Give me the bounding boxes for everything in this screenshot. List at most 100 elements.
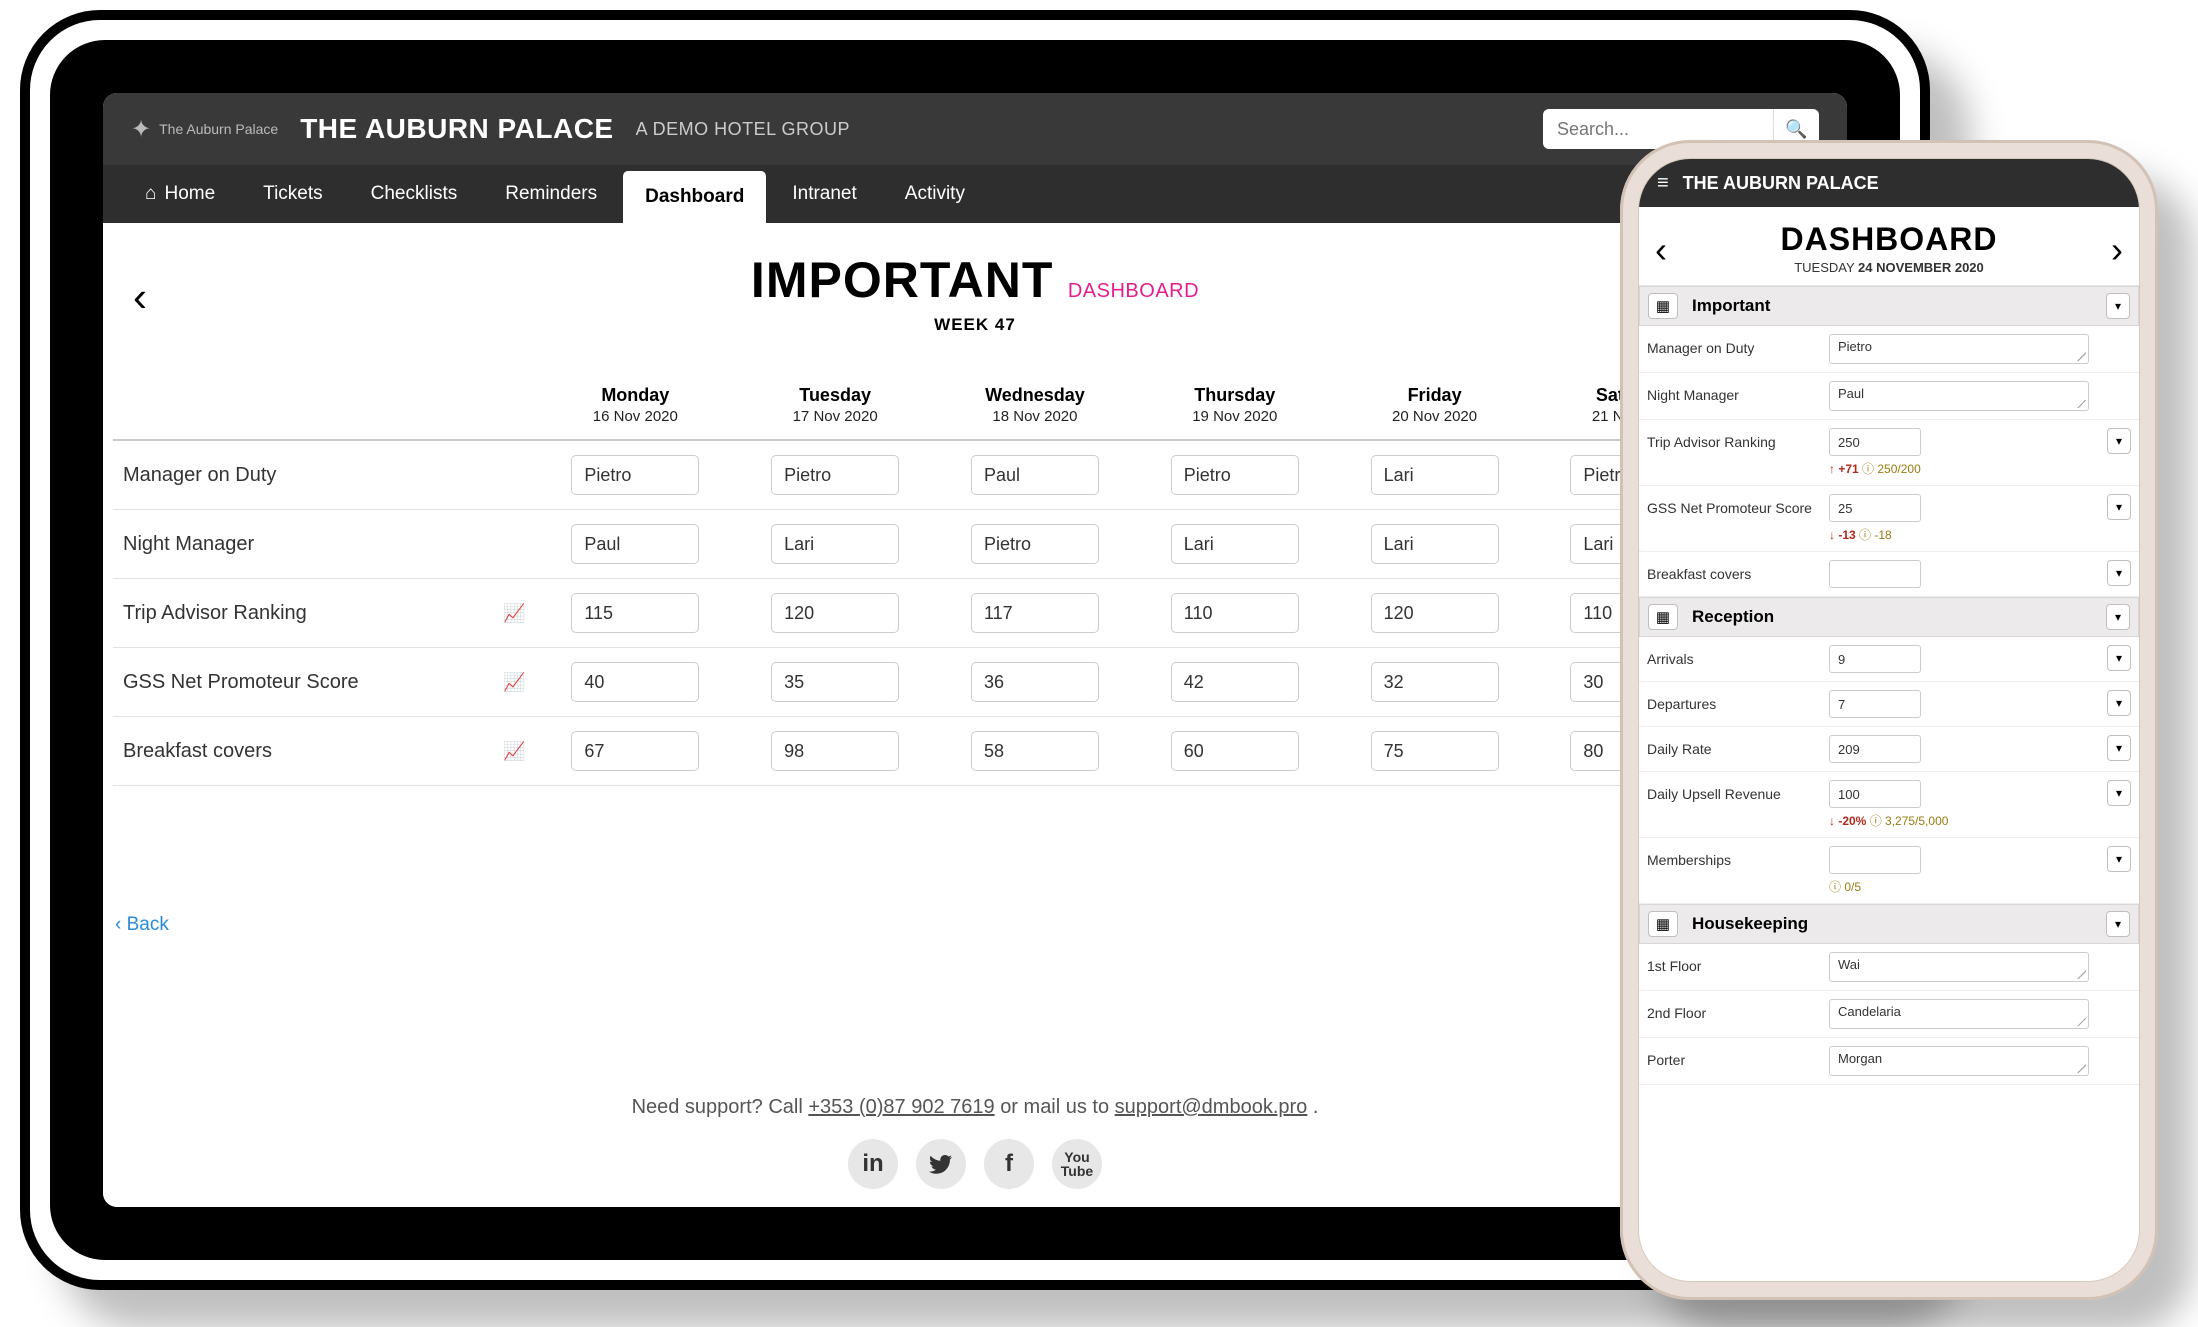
mobile-header: ≡ THE AUBURN PALACE (1639, 159, 2139, 207)
back-link[interactable]: ‹ Back (115, 914, 169, 936)
grid-cell-input[interactable] (971, 731, 1099, 771)
field-input[interactable] (1829, 846, 1921, 874)
grid-cell-input[interactable] (771, 455, 899, 495)
support-mail-link[interactable]: support@dmbook.pro (1115, 1096, 1308, 1118)
section-header-important: ▦Important▾ (1639, 286, 2139, 326)
grid-cell-input[interactable] (571, 455, 699, 495)
grid-cell-input[interactable] (1371, 731, 1499, 771)
field-row: Trip Advisor Ranking▾↑ +71 ⓘ 250/200 (1639, 420, 2139, 486)
chart-icon[interactable]: 📈 (493, 579, 535, 648)
footer: Need support? Call +353 (0)87 902 7619 o… (103, 1096, 1847, 1189)
grid-cell-input[interactable] (771, 524, 899, 564)
field-textarea[interactable]: Candelaria (1829, 999, 2089, 1029)
field-textarea[interactable]: Morgan (1829, 1046, 2089, 1076)
header-bar: ✦ The Auburn Palace THE AUBURN PALACE A … (103, 93, 1847, 165)
grid-cell-input[interactable] (971, 455, 1099, 495)
field-menu-icon[interactable]: ▾ (2107, 560, 2131, 586)
nav-activity[interactable]: Activity (883, 165, 987, 223)
search-icon: 🔍 (1785, 119, 1807, 139)
field-input[interactable] (1829, 735, 1921, 763)
nav-checklists[interactable]: Checklists (349, 165, 480, 223)
facebook-icon[interactable]: f (984, 1139, 1034, 1189)
field-label: 1st Floor (1647, 952, 1829, 974)
section-menu-icon[interactable]: ▾ (2106, 604, 2130, 630)
mobile-date: TUESDAY 24 NOVEMBER 2020 (1639, 260, 2139, 275)
prev-day-button[interactable]: ‹ (1655, 229, 1667, 271)
grid-cell-input[interactable] (1171, 455, 1299, 495)
field-input[interactable] (1829, 560, 1921, 588)
field-textarea[interactable]: Pietro (1829, 334, 2089, 364)
field-menu-icon[interactable]: ▾ (2107, 735, 2131, 761)
grid-cell-input[interactable] (571, 662, 699, 702)
col-head: Tuesday17 Nov 2020 (735, 371, 935, 440)
field-input[interactable] (1829, 690, 1921, 718)
field-label: Daily Upsell Revenue (1647, 780, 1829, 802)
field-menu-icon[interactable]: ▾ (2107, 494, 2131, 520)
grid-cell-input[interactable] (1171, 662, 1299, 702)
field-input[interactable] (1829, 780, 1921, 808)
field-textarea[interactable]: Paul (1829, 381, 2089, 411)
field-label: GSS Net Promoteur Score (1647, 494, 1829, 516)
nav-home[interactable]: ⌂ Home (123, 165, 237, 223)
nav-reminders[interactable]: Reminders (483, 165, 619, 223)
grid-cell-input[interactable] (771, 662, 899, 702)
grid-cell-input[interactable] (1371, 524, 1499, 564)
logo-text: The Auburn Palace (159, 121, 278, 137)
row-label: Manager on Duty (113, 440, 493, 510)
nav-intranet[interactable]: Intranet (770, 165, 878, 223)
field-input[interactable] (1829, 428, 1921, 456)
grid-cell-input[interactable] (771, 731, 899, 771)
field-menu-icon[interactable]: ▾ (2107, 780, 2131, 806)
chart-icon[interactable]: 📈 (493, 717, 535, 786)
grid-cell-input[interactable] (971, 524, 1099, 564)
section-menu-icon[interactable]: ▾ (2106, 911, 2130, 937)
hamburger-icon[interactable]: ≡ (1657, 172, 1669, 195)
field-menu-icon[interactable]: ▾ (2107, 428, 2131, 454)
field-label: 2nd Floor (1647, 999, 1829, 1021)
grid-cell-input[interactable] (1171, 593, 1299, 633)
grid-cell-input[interactable] (1171, 731, 1299, 771)
col-head: Friday20 Nov 2020 (1335, 371, 1535, 440)
chart-icon[interactable]: 📈 (493, 648, 535, 717)
linkedin-icon[interactable]: in (848, 1139, 898, 1189)
grid-cell-input[interactable] (571, 593, 699, 633)
dashboard-grid: Monday16 Nov 2020 Tuesday17 Nov 2020 Wed… (113, 371, 1837, 786)
grid-cell-input[interactable] (1371, 455, 1499, 495)
field-row: Manager on DutyPietro (1639, 326, 2139, 373)
mobile-site-name: THE AUBURN PALACE (1683, 173, 1879, 194)
grid-cell-input[interactable] (971, 662, 1099, 702)
grid-cell-input[interactable] (771, 593, 899, 633)
grid-toggle-icon[interactable]: ▦ (1648, 604, 1678, 630)
grid-cell-input[interactable] (1371, 593, 1499, 633)
grid-cell-input[interactable] (571, 524, 699, 564)
grid-toggle-icon[interactable]: ▦ (1648, 911, 1678, 937)
field-textarea[interactable]: Wai (1829, 952, 2089, 982)
grid-toggle-icon[interactable]: ▦ (1648, 293, 1678, 319)
export-week-link[interactable]: 🗎 Export w (103, 808, 1847, 840)
field-menu-icon[interactable]: ▾ (2107, 645, 2131, 671)
nav-dashboard[interactable]: Dashboard (623, 171, 766, 223)
field-menu-icon[interactable]: ▾ (2107, 846, 2131, 872)
field-input[interactable] (1829, 645, 1921, 673)
field-label: Manager on Duty (1647, 334, 1829, 356)
prev-week-button[interactable]: ‹ (133, 273, 147, 321)
field-label: Arrivals (1647, 645, 1829, 667)
grid-cell-input[interactable] (1371, 662, 1499, 702)
field-input[interactable] (1829, 494, 1921, 522)
field-delta: ↑ +71 ⓘ 250/200 (1829, 460, 2131, 477)
next-day-button[interactable]: › (2111, 229, 2123, 271)
row-label: Breakfast covers (113, 717, 493, 786)
logo[interactable]: ✦ The Auburn Palace (131, 115, 278, 144)
grid-cell-input[interactable] (571, 731, 699, 771)
export-month-link[interactable]: 🗎 Export Noven (103, 844, 1847, 876)
youtube-icon[interactable]: YouTube (1052, 1139, 1102, 1189)
nav-tickets[interactable]: Tickets (241, 165, 344, 223)
grid-cell-input[interactable] (971, 593, 1099, 633)
section-menu-icon[interactable]: ▾ (2106, 293, 2130, 319)
field-menu-icon[interactable]: ▾ (2107, 690, 2131, 716)
field-row: Departures▾ (1639, 682, 2139, 727)
twitter-icon[interactable] (916, 1139, 966, 1189)
grid-cell-input[interactable] (1171, 524, 1299, 564)
field-row: 1st FloorWai (1639, 944, 2139, 991)
support-phone-link[interactable]: +353 (0)87 902 7619 (808, 1096, 994, 1118)
